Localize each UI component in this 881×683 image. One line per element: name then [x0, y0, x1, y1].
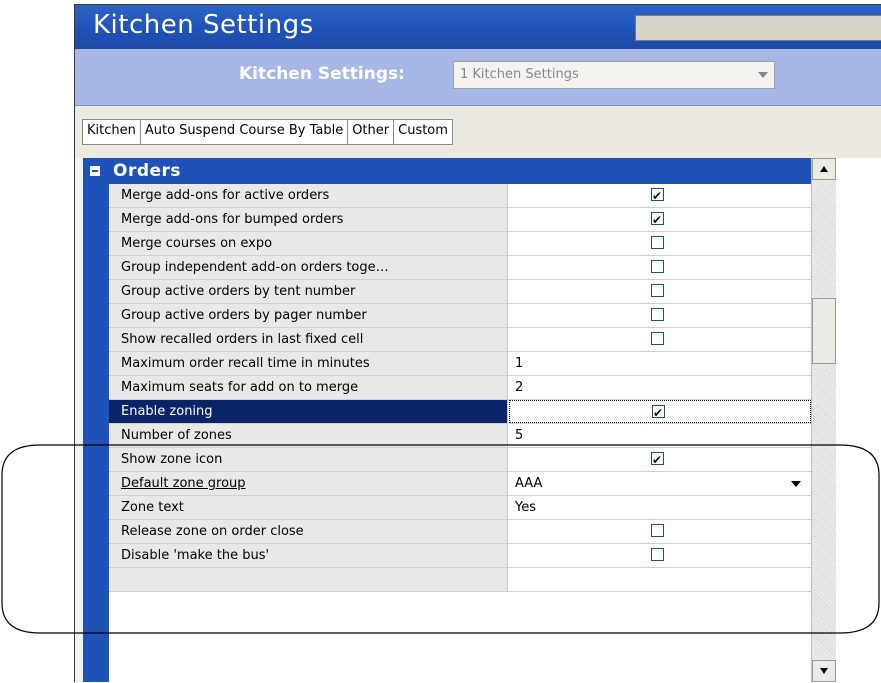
- property-checkbox[interactable]: [651, 185, 664, 208]
- property-name[interactable]: Zone text: [109, 496, 508, 519]
- property-checkbox[interactable]: [651, 209, 664, 232]
- tab-auto-suspend-course-by-table[interactable]: Auto Suspend Course By Table: [141, 120, 349, 144]
- property-row[interactable]: Disable 'make the bus': [109, 544, 811, 568]
- property-checkbox[interactable]: [651, 260, 664, 273]
- scroll-up-icon[interactable]: [812, 158, 836, 180]
- settings-select[interactable]: 1 Kitchen Settings: [453, 61, 775, 89]
- property-name[interactable]: Merge add-ons for bumped orders: [109, 208, 508, 231]
- property-checkbox[interactable]: [651, 332, 664, 345]
- property-row[interactable]: Merge add-ons for active orders: [109, 184, 811, 208]
- property-value[interactable]: [509, 256, 811, 279]
- property-value[interactable]: 5: [509, 424, 811, 447]
- tab-kitchen[interactable]: Kitchen: [83, 120, 141, 144]
- property-name[interactable]: [109, 568, 508, 591]
- property-name[interactable]: Group independent add-on orders toge…: [109, 256, 508, 279]
- property-name[interactable]: Merge add-ons for active orders: [109, 184, 508, 207]
- property-row[interactable]: Merge add-ons for bumped orders: [109, 208, 811, 232]
- property-name[interactable]: Group active orders by pager number: [109, 304, 508, 327]
- category-header[interactable]: Orders: [83, 158, 811, 184]
- property-value-text: Yes: [515, 500, 536, 515]
- window-title: Kitchen Settings: [93, 10, 314, 40]
- property-value[interactable]: AAA: [509, 472, 811, 495]
- settings-selector-bar: Kitchen Settings: 1 Kitchen Settings: [75, 49, 881, 106]
- property-value[interactable]: [509, 208, 811, 232]
- property-rows: Merge add-ons for active ordersMerge add…: [109, 184, 811, 592]
- scroll-down-icon[interactable]: [812, 660, 836, 682]
- scroll-area-blank: [836, 158, 881, 682]
- property-row[interactable]: Release zone on order close: [109, 520, 811, 544]
- property-checkbox[interactable]: [651, 284, 664, 297]
- scrollbar-thumb[interactable]: [812, 298, 836, 364]
- chevron-down-icon[interactable]: [791, 481, 801, 487]
- property-value[interactable]: [509, 328, 811, 351]
- vertical-scrollbar[interactable]: [811, 158, 881, 682]
- property-name[interactable]: Group active orders by tent number: [109, 280, 508, 303]
- tab-other[interactable]: Other: [348, 120, 395, 144]
- property-row[interactable]: Show recalled orders in last fixed cell: [109, 328, 811, 352]
- property-name[interactable]: Show recalled orders in last fixed cell: [109, 328, 508, 351]
- selector-label: Kitchen Settings:: [239, 64, 405, 84]
- property-row[interactable]: Show zone icon: [109, 448, 811, 472]
- scrollbar-track[interactable]: [811, 158, 836, 682]
- property-row[interactable]: Number of zones 5: [109, 424, 811, 448]
- property-name[interactable]: Disable 'make the bus': [109, 544, 508, 567]
- property-checkbox[interactable]: [651, 548, 664, 561]
- property-value[interactable]: Yes: [509, 496, 811, 519]
- property-checkbox[interactable]: [652, 402, 665, 425]
- property-value[interactable]: [509, 568, 811, 591]
- property-checkbox[interactable]: [651, 308, 664, 321]
- property-checkbox[interactable]: [651, 236, 664, 249]
- property-value[interactable]: [509, 232, 811, 255]
- property-value[interactable]: [509, 280, 811, 303]
- property-row[interactable]: Maximum seats for add on to merge 2: [109, 376, 811, 400]
- property-row[interactable]: [109, 568, 811, 592]
- property-row[interactable]: Maximum order recall time in minutes 1: [109, 352, 811, 376]
- property-name[interactable]: Maximum order recall time in minutes: [109, 352, 508, 375]
- property-row[interactable]: Default zone group AAA: [109, 472, 811, 496]
- select-value: 1 Kitchen Settings: [460, 67, 579, 82]
- tabs: Kitchen Auto Suspend Course By Table Oth…: [82, 119, 453, 145]
- property-value[interactable]: [509, 304, 811, 327]
- property-checkbox[interactable]: [651, 524, 664, 537]
- property-value-text: 1: [515, 356, 524, 371]
- property-value[interactable]: [509, 400, 811, 425]
- property-value-text: 2: [515, 380, 524, 395]
- tab-custom[interactable]: Custom: [394, 120, 452, 144]
- property-name[interactable]: Number of zones: [109, 424, 508, 447]
- tab-strip: Kitchen Auto Suspend Course By Table Oth…: [75, 106, 881, 158]
- kitchen-settings-window: Kitchen Settings Kitchen Settings: 1 Kit…: [74, 4, 881, 682]
- property-value-text: AAA: [515, 476, 543, 491]
- property-value[interactable]: [509, 448, 811, 472]
- property-name[interactable]: Enable zoning: [109, 400, 508, 423]
- property-value[interactable]: [509, 184, 811, 208]
- title-bar: Kitchen Settings: [75, 5, 881, 49]
- property-value[interactable]: 1: [509, 352, 811, 375]
- property-row[interactable]: Group active orders by tent number: [109, 280, 811, 304]
- property-name[interactable]: Release zone on order close: [109, 520, 508, 543]
- property-grid: Orders Merge add-ons for active ordersMe…: [83, 158, 881, 682]
- property-value[interactable]: 2: [509, 376, 811, 399]
- category-label: Orders: [113, 161, 182, 181]
- property-value[interactable]: [509, 544, 811, 567]
- property-row[interactable]: Zone text Yes: [109, 496, 811, 520]
- property-row[interactable]: Group active orders by pager number: [109, 304, 811, 328]
- title-search-box[interactable]: [635, 15, 881, 41]
- property-row[interactable]: Enable zoning: [109, 400, 811, 425]
- property-value[interactable]: [509, 520, 811, 543]
- property-name[interactable]: Default zone group: [109, 472, 508, 495]
- property-row[interactable]: Group independent add-on orders toge…: [109, 256, 811, 280]
- collapse-icon[interactable]: [89, 165, 101, 177]
- property-name[interactable]: Merge courses on expo: [109, 232, 508, 255]
- property-row[interactable]: Merge courses on expo: [109, 232, 811, 256]
- grid-gutter: [83, 158, 109, 682]
- property-name[interactable]: Show zone icon: [109, 448, 508, 471]
- property-name[interactable]: Maximum seats for add on to merge: [109, 376, 508, 399]
- property-value-text: 5: [515, 428, 524, 443]
- property-checkbox[interactable]: [651, 449, 664, 472]
